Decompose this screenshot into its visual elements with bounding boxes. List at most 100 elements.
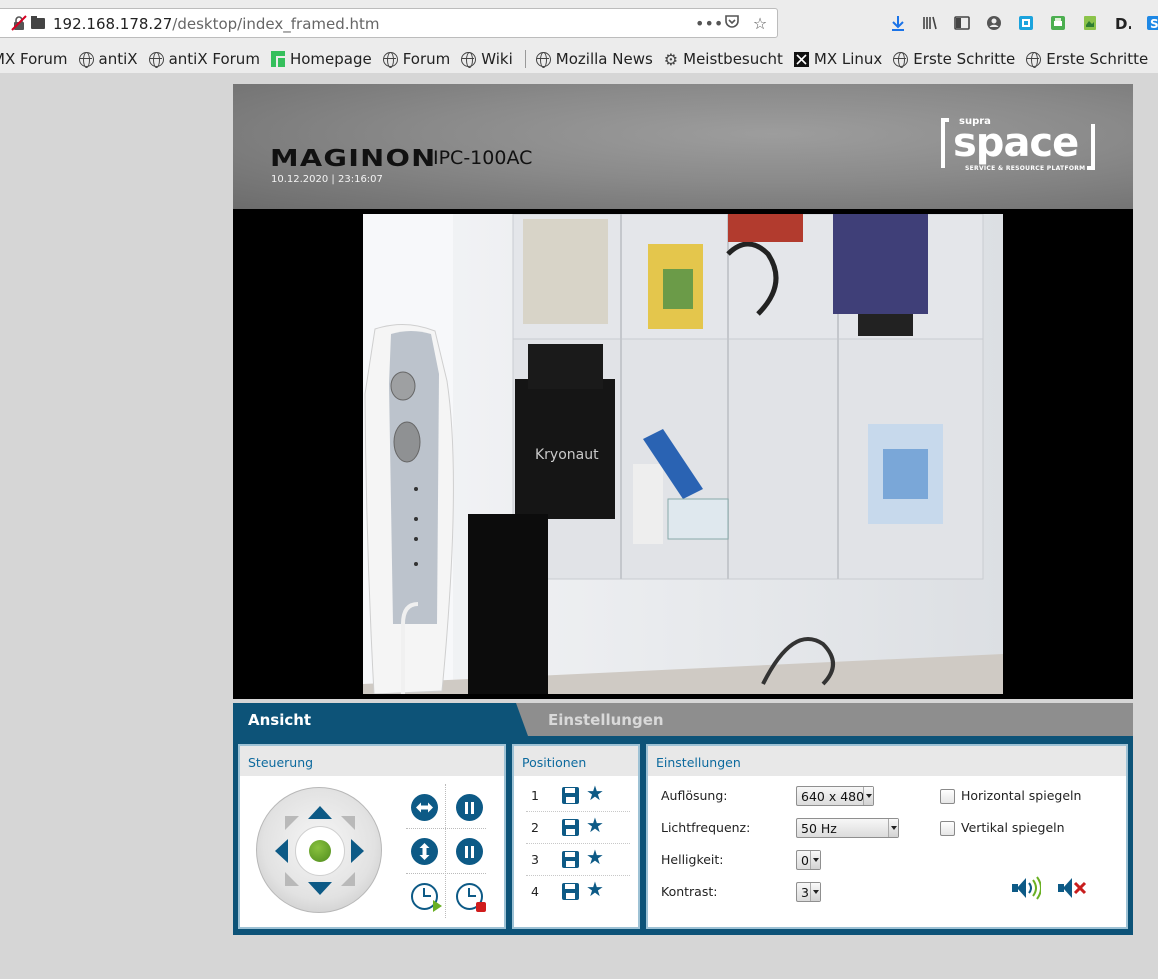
position-row: 1 ★ — [526, 780, 630, 812]
library-icon[interactable] — [914, 12, 946, 34]
pan-up-right-arrow-icon[interactable] — [341, 816, 355, 830]
save-position-icon[interactable] — [562, 787, 579, 804]
camera-image: Kryonaut — [363, 214, 1003, 694]
save-position-icon[interactable] — [562, 819, 579, 836]
extension-sync-icon[interactable] — [1010, 12, 1042, 34]
position-row: 2 ★ — [526, 812, 630, 844]
bookmarks-toolbar: MX Forum antiX antiX Forum Homepage Foru… — [0, 46, 1158, 72]
bookmark-forum[interactable]: Forum — [382, 50, 450, 68]
brightness-select[interactable]: 0 — [796, 850, 821, 870]
bookmark-wiki[interactable]: Wiki — [461, 50, 513, 68]
logo-tagline: SERVICE & RESOURCE PLATFORM — [965, 165, 1086, 172]
goto-position-star-icon[interactable]: ★ — [586, 847, 604, 867]
pan-down-left-arrow-icon[interactable] — [285, 872, 299, 886]
audio-on-speaker-icon[interactable] — [1010, 876, 1041, 900]
chevron-down-icon — [810, 851, 820, 869]
mute-x-icon — [1073, 881, 1087, 895]
sidebar-icon[interactable] — [946, 12, 978, 34]
ptz-joystick[interactable] — [256, 787, 382, 913]
position-row: 3 ★ — [526, 844, 630, 876]
bookmark-antix[interactable]: antiX — [78, 50, 138, 68]
bookmark-mx-forum[interactable]: MX Forum — [0, 50, 68, 68]
account-icon[interactable] — [978, 12, 1010, 34]
joystick-center-button[interactable] — [309, 840, 331, 862]
page-info-icon[interactable] — [30, 15, 46, 31]
control-panel-title: Steuerung — [240, 746, 504, 776]
vertical-patrol-button[interactable] — [411, 838, 438, 865]
page-actions-icon[interactable]: ••• — [695, 14, 723, 33]
bookmark-meistbesucht[interactable]: ⚙ Meistbesucht — [664, 50, 783, 69]
globe-icon — [148, 51, 164, 68]
bookmark-label: Mozilla News — [555, 50, 653, 68]
pan-right-arrow-icon[interactable] — [351, 839, 364, 863]
brightness-label: Helligkeit: — [661, 852, 724, 867]
bookmark-separator — [524, 50, 526, 68]
bookmark-erste-schritte-1[interactable]: Erste Schritte — [893, 50, 1015, 68]
pan-up-left-arrow-icon[interactable] — [285, 816, 299, 830]
chevron-down-icon — [810, 883, 820, 901]
mx-linux-icon — [793, 51, 809, 67]
insecure-lock-icon[interactable] — [11, 15, 27, 31]
pan-down-right-arrow-icon[interactable] — [341, 872, 355, 886]
pan-left-arrow-icon[interactable] — [275, 839, 288, 863]
camera-video-feed[interactable]: Kryonaut — [363, 214, 1003, 694]
position-row: 4 ★ — [526, 876, 630, 908]
positions-panel-title: Positionen — [514, 746, 638, 776]
bookmark-label: Erste Schritte — [913, 50, 1016, 68]
mirror-vertical-label: Vertikal spiegeln — [961, 820, 1065, 835]
tilt-up-arrow-icon[interactable] — [308, 806, 332, 819]
extension-screenshot-icon[interactable] — [1074, 12, 1106, 34]
url-text[interactable]: 192.168.178.27/desktop/index_framed.htm — [53, 15, 380, 33]
save-position-icon[interactable] — [562, 883, 579, 900]
start-timer-icon[interactable] — [411, 883, 442, 912]
pause-icon — [465, 845, 474, 858]
stop-horizontal-patrol-button[interactable] — [456, 794, 483, 821]
bookmark-label: antiX Forum — [168, 50, 260, 68]
globe-icon — [893, 51, 909, 68]
downloads-icon[interactable] — [882, 12, 914, 34]
frequency-select[interactable]: 50 Hz — [796, 818, 899, 838]
bookmark-mozilla-news[interactable]: Mozilla News — [535, 50, 653, 68]
pocket-icon[interactable] — [723, 13, 741, 33]
stop-timer-icon[interactable] — [456, 883, 486, 912]
bookmark-mx-linux[interactable]: MX Linux — [793, 50, 883, 68]
contrast-select[interactable]: 3 — [796, 882, 821, 902]
chevron-down-icon — [863, 787, 873, 805]
goto-position-star-icon[interactable]: ★ — [586, 815, 604, 835]
url-path: /desktop/index_framed.htm — [172, 15, 380, 33]
extension-d-icon[interactable]: D. — [1106, 12, 1138, 34]
bookmark-label: MX Linux — [813, 50, 883, 68]
position-number: 3 — [531, 852, 539, 867]
position-number: 4 — [531, 884, 539, 899]
bookmark-label: Homepage — [289, 50, 372, 68]
tab-ansicht[interactable]: Ansicht — [233, 703, 518, 736]
globe-icon — [78, 51, 94, 68]
address-bar[interactable]: 192.168.178.27/desktop/index_framed.htm … — [0, 8, 778, 38]
bookmark-label: Wiki — [481, 50, 513, 68]
save-position-icon[interactable] — [562, 851, 579, 868]
extension-print-icon[interactable] — [1042, 12, 1074, 34]
bookmark-homepage[interactable]: Homepage — [270, 50, 372, 68]
bookmark-antix-forum[interactable]: antiX Forum — [148, 50, 260, 68]
bookmark-star-icon[interactable]: ☆ — [751, 14, 769, 33]
contrast-label: Kontrast: — [661, 884, 718, 899]
grid-divider — [406, 873, 486, 874]
tilt-down-arrow-icon[interactable] — [308, 882, 332, 895]
goto-position-star-icon[interactable]: ★ — [586, 783, 604, 803]
mirror-vertical-checkbox[interactable] — [940, 821, 955, 836]
manjaro-icon — [270, 51, 285, 67]
mirror-horizontal-checkbox[interactable] — [940, 789, 955, 804]
goto-position-star-icon[interactable]: ★ — [586, 879, 604, 899]
resolution-select[interactable]: 640 x 480 — [796, 786, 874, 806]
svg-text:S: S — [1150, 17, 1158, 31]
extension-s-icon[interactable]: S — [1138, 12, 1158, 34]
bookmark-erste-schritte-2[interactable]: Erste Schritte — [1026, 50, 1148, 68]
frequency-value: 50 Hz — [801, 821, 837, 836]
control-panel: Steuerung — [238, 744, 506, 929]
audio-mute-speaker-icon[interactable] — [1056, 876, 1087, 900]
stop-vertical-patrol-button[interactable] — [456, 838, 483, 865]
tab-einstellungen[interactable]: Einstellungen — [516, 703, 1133, 736]
horizontal-patrol-button[interactable] — [411, 794, 438, 821]
logo-space: space — [953, 120, 1079, 166]
supra-space-logo: supra space SERVICE & RESOURCE PLATFORM — [939, 116, 1099, 176]
